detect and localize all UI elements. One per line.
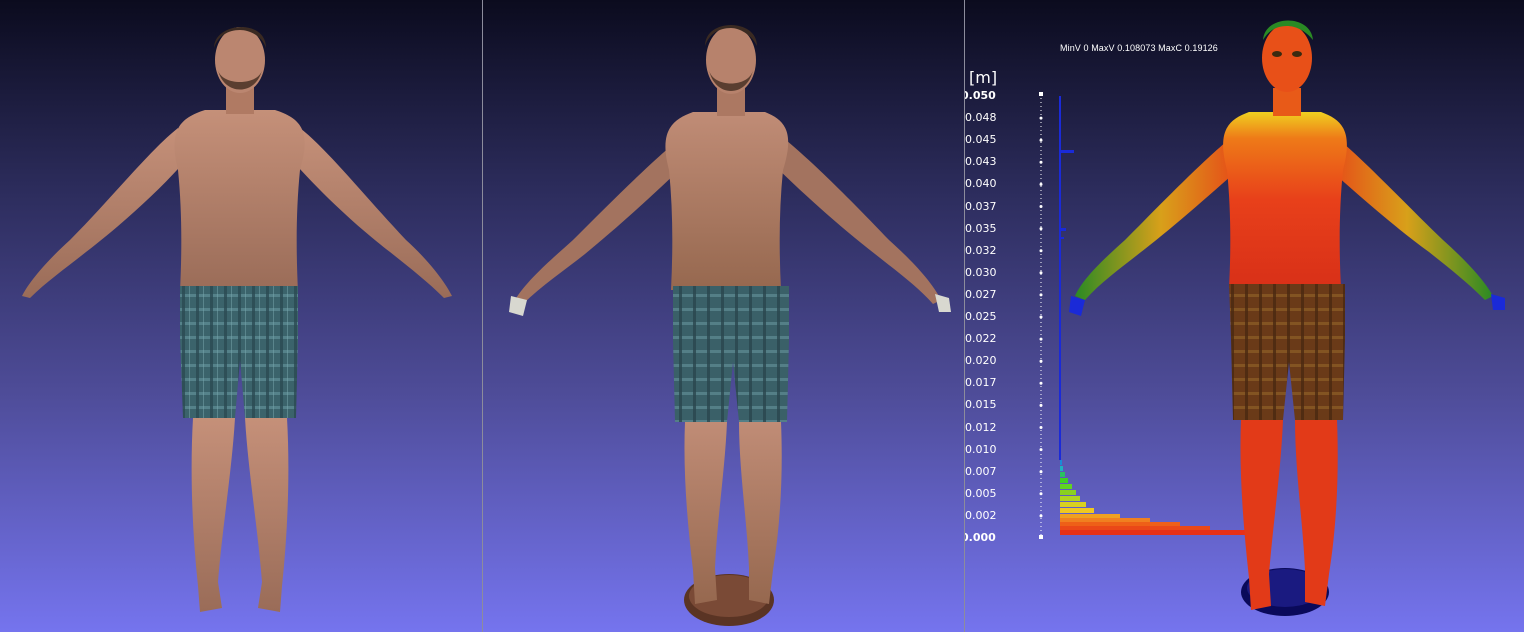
viewport-left[interactable]: [0, 0, 482, 632]
quality-histogram: [1060, 460, 1250, 535]
colorbar-top-handle[interactable]: [1039, 92, 1043, 96]
scale-tick-dot: [1039, 514, 1043, 518]
quality-histogram-and-mesh: [1039, 20, 1505, 616]
histogram-bar: [1060, 496, 1080, 501]
scale-tick-dot: [1039, 337, 1043, 341]
scale-tick-dot: [1039, 116, 1043, 120]
viewport-middle[interactable]: [483, 0, 964, 632]
scale-tick-dot: [1039, 271, 1043, 275]
scale-tick-dot: [1039, 182, 1043, 186]
histogram-bar: [1060, 502, 1086, 507]
histogram-bar: [1060, 530, 1250, 535]
scale-tick-dot: [1039, 403, 1043, 407]
scale-tick-dot: [1039, 470, 1043, 474]
scale-tick-dot: [1039, 448, 1043, 452]
histogram-bar: [1060, 478, 1068, 483]
scale-tick-dot: [1039, 293, 1043, 297]
human-model-textured: [22, 26, 452, 612]
histogram-bar: [1060, 490, 1076, 495]
scale-tick-dot: [1039, 426, 1043, 429]
scale-tick-dot: [1039, 492, 1043, 496]
scale-tick-dot: [1039, 227, 1043, 231]
scale-tick-dot: [1039, 249, 1043, 253]
histogram-bar: [1060, 472, 1065, 477]
scale-tick-dot: [1039, 205, 1043, 208]
histogram-bar: [1060, 460, 1062, 465]
scale-tick-dot: [1039, 359, 1043, 363]
scale-tick-dot: [1039, 315, 1043, 319]
histogram-bar: [1060, 508, 1094, 513]
viewport-right-quality[interactable]: MinV 0 MaxV 0.108073 MaxC 0.19126 [m] 0.…: [965, 0, 1524, 632]
human-model-reconstruction: [509, 25, 951, 626]
scale-tick-dot: [1039, 138, 1043, 142]
scale-tick-dot: [1039, 381, 1043, 385]
histogram-bar: [1060, 484, 1072, 489]
histogram-bar: [1060, 466, 1063, 471]
scale-tick-dot: [1039, 160, 1043, 164]
colorbar-bottom-handle[interactable]: [1039, 535, 1043, 539]
